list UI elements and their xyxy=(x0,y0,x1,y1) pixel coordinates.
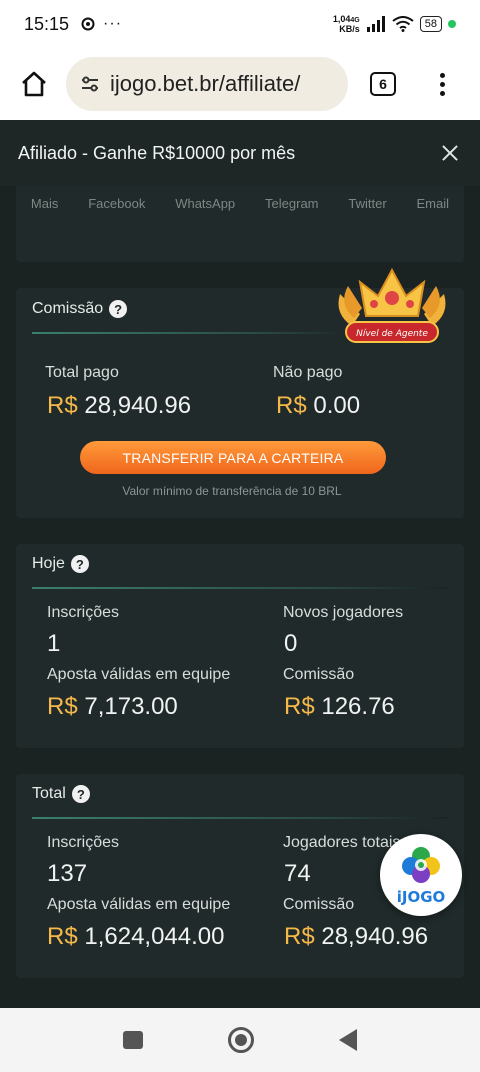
total-signups-value: 137 xyxy=(47,860,88,887)
ijogo-floating-button[interactable]: iJOGO xyxy=(380,834,462,916)
total-commission-value: R$ 28,940.96 xyxy=(284,923,428,951)
status-time: 15:15 xyxy=(24,13,70,34)
share-telegram[interactable]: Telegram xyxy=(265,196,318,211)
menu-dot xyxy=(440,81,445,87)
total-players-value: 74 xyxy=(284,860,311,887)
total-valid-bets-label: Aposta válidas em equipe xyxy=(47,896,231,913)
help-icon[interactable]: ? xyxy=(70,555,89,573)
total-signups-label: Inscrições xyxy=(47,834,120,851)
currency-symbol: R$ xyxy=(284,693,315,720)
unpaid-amount: 0.00 xyxy=(313,392,361,419)
total-valid-bets-value: R$ 1,624,044.00 xyxy=(47,923,225,951)
total-commission-amount: 28,940.96 xyxy=(321,923,429,950)
tab-count: 6 xyxy=(379,76,387,92)
recent-apps-button[interactable] xyxy=(122,1031,143,1049)
currency-symbol: R$ xyxy=(47,693,78,720)
menu-dot xyxy=(440,90,445,96)
battery-icon: 58 xyxy=(419,16,442,32)
agent-level-badge-icon: Nível de Agente xyxy=(338,267,446,343)
today-card: Hoje ? Inscrições 1 Novos jogadores 0 Ap… xyxy=(16,544,464,748)
today-new-players-value: 0 xyxy=(284,630,298,657)
today-valid-bets-amount: 7,173.00 xyxy=(84,693,178,720)
net-speed-value: 1,04 xyxy=(332,13,351,24)
help-icon[interactable]: ? xyxy=(109,300,128,318)
today-title: Hoje ? xyxy=(32,555,89,573)
net-speed-unit: KB/s xyxy=(339,23,360,34)
total-paid-value: R$ 28,940.96 xyxy=(47,392,191,420)
signal-icon xyxy=(366,16,385,32)
browser-toolbar: ijogo.bet.br/affiliate/ 6 xyxy=(0,48,480,120)
more-notifications-icon: ··· xyxy=(103,15,123,32)
unpaid-value: R$ 0.00 xyxy=(276,392,360,420)
today-new-players-label: Novos jogadores xyxy=(283,604,404,621)
today-valid-bets-label: Aposta válidas em equipe xyxy=(47,666,231,683)
today-title-text: Hoje xyxy=(32,555,65,572)
help-icon[interactable]: ? xyxy=(71,785,90,803)
ijogo-logo-text: iJOGO xyxy=(397,888,446,906)
ijogo-logo-icon: iJOGO xyxy=(397,847,446,906)
status-notification-icons: ··· xyxy=(81,15,122,33)
url-text[interactable]: ijogo.bet.br/affiliate/ xyxy=(110,71,300,97)
net-type: 4G xyxy=(350,16,360,24)
currency-symbol: R$ xyxy=(276,392,307,419)
home-nav-button[interactable] xyxy=(227,1027,254,1053)
share-options: Mais Facebook WhatsApp Telegram Twitter … xyxy=(16,186,464,211)
browser-menu-button[interactable] xyxy=(440,72,445,96)
total-paid-label: Total pago xyxy=(45,364,119,381)
total-commission-label: Comissão xyxy=(283,896,355,913)
page-title: Afiliado - Ganhe R$10000 por mês xyxy=(18,142,296,163)
address-bar[interactable]: ijogo.bet.br/affiliate/ xyxy=(66,57,348,111)
divider xyxy=(32,817,448,819)
today-signups-value: 1 xyxy=(47,630,61,657)
close-icon[interactable] xyxy=(438,141,462,165)
commission-title-text: Comissão xyxy=(32,300,104,317)
today-signups-label: Inscrições xyxy=(47,604,120,621)
share-twitter[interactable]: Twitter xyxy=(348,196,386,211)
total-title: Total ? xyxy=(32,785,90,803)
battery-level: 58 xyxy=(424,18,437,30)
total-valid-bets-amount: 1,624,044.00 xyxy=(84,923,225,950)
menu-dot xyxy=(440,72,445,78)
currency-symbol: R$ xyxy=(47,392,78,419)
today-valid-bets-value: R$ 7,173.00 xyxy=(47,693,178,721)
home-button[interactable] xyxy=(14,64,54,104)
privacy-dot-icon xyxy=(448,20,456,28)
network-speed: 1,044G KB/s xyxy=(332,13,360,34)
tab-switcher-button[interactable]: 6 xyxy=(370,72,396,96)
site-settings-icon[interactable] xyxy=(80,74,100,94)
total-title-text: Total xyxy=(32,785,66,802)
currency-symbol: R$ xyxy=(47,923,78,950)
agent-level-badge-text: Nível de Agente xyxy=(356,329,428,339)
share-whatsapp[interactable]: WhatsApp xyxy=(175,196,235,211)
back-button[interactable] xyxy=(339,1029,358,1051)
page-header: Afiliado - Ganhe R$10000 por mês xyxy=(0,120,480,186)
divider xyxy=(32,332,362,334)
today-commission-value: R$ 126.76 xyxy=(284,693,395,721)
today-commission-amount: 126.76 xyxy=(321,693,395,720)
share-more[interactable]: Mais xyxy=(31,196,58,211)
divider xyxy=(32,587,448,589)
share-facebook[interactable]: Facebook xyxy=(88,196,145,211)
wifi-icon xyxy=(392,16,414,32)
today-commission-label: Comissão xyxy=(283,666,355,683)
system-navigation-bar xyxy=(0,1008,480,1072)
currency-symbol: R$ xyxy=(284,923,315,950)
share-panel: Mais Facebook WhatsApp Telegram Twitter … xyxy=(16,186,464,262)
commission-title: Comissão ? xyxy=(32,300,128,318)
transfer-to-wallet-button[interactable]: TRANSFERIR PARA A CARTEIRA xyxy=(80,441,386,474)
total-paid-amount: 28,940.96 xyxy=(84,392,192,419)
home-icon xyxy=(22,71,46,97)
app-notification-icon xyxy=(81,17,95,31)
min-transfer-hint: Valor mínimo de transferência de 10 BRL xyxy=(122,484,342,498)
status-right: 1,044G KB/s 58 xyxy=(332,13,456,34)
status-bar: 15:15 ··· 1,044G KB/s 58 xyxy=(0,0,480,48)
share-email[interactable]: Email xyxy=(417,196,450,211)
unpaid-label: Não pago xyxy=(273,364,343,381)
